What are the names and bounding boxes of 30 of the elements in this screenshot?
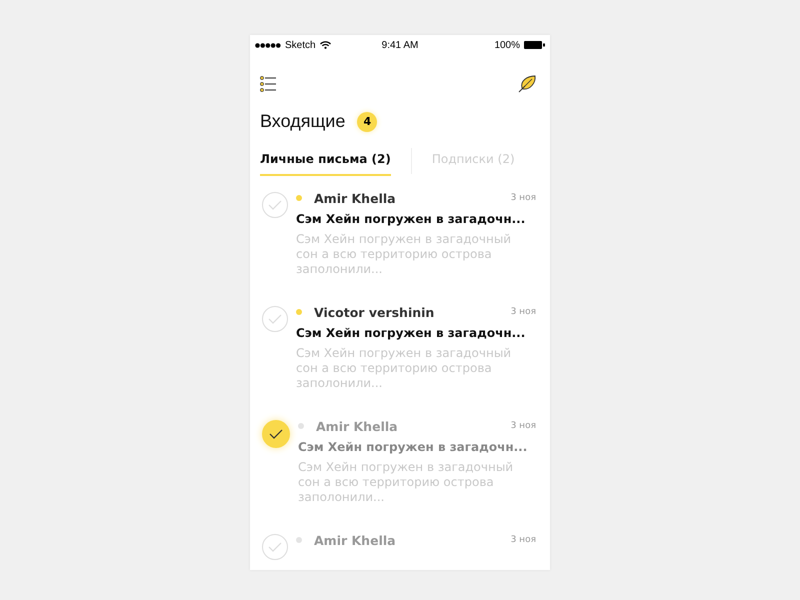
- unread-count-badge: 4: [357, 112, 378, 132]
- feather-icon[interactable]: [517, 75, 537, 93]
- message-date: 3 ноя: [510, 193, 536, 203]
- message-date: 3 ноя: [510, 421, 536, 431]
- carrier-name: Sketch: [285, 40, 316, 50]
- sender-name: Amir Khella: [316, 418, 399, 434]
- check-icon: [268, 314, 282, 324]
- inbox-title: Входящие: [260, 111, 346, 132]
- message-subject: Сэм Хейн погружен в загадочн...: [298, 440, 528, 454]
- status-time: 9:41 AM: [382, 40, 418, 50]
- battery-percent: 100%: [494, 40, 520, 50]
- message-subject: Сэм Хейн погружен в загадочн...: [296, 326, 526, 340]
- mail-tab[interactable]: Личные письма (2): [260, 146, 391, 176]
- message-date: 3 ноя: [510, 307, 536, 317]
- select-checkbox[interactable]: [262, 420, 290, 448]
- sender-name: Amir Khella: [314, 532, 397, 548]
- sender-name: Amir Khella: [314, 190, 397, 206]
- check-icon: [269, 429, 283, 439]
- sender-name: Vicotor vershinin: [314, 304, 436, 320]
- battery-icon: [524, 41, 546, 49]
- signal-icon: [255, 42, 281, 48]
- message-date: 3 ноя: [510, 535, 536, 545]
- select-checkbox[interactable]: [262, 534, 288, 560]
- check-icon: [268, 542, 282, 552]
- wifi-icon: [320, 41, 331, 49]
- select-checkbox[interactable]: [262, 306, 288, 332]
- check-icon: [268, 200, 282, 210]
- message-subject: Сэм Хейн погружен в загадочн...: [296, 212, 526, 226]
- select-checkbox[interactable]: [262, 192, 288, 218]
- menu-icon[interactable]: [260, 76, 276, 92]
